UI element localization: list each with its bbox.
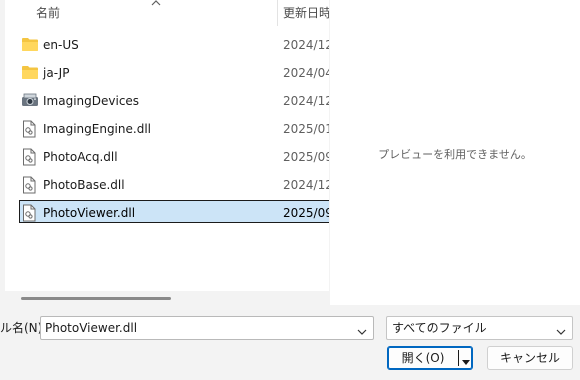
column-header: 名前 更新日時 <box>5 0 329 26</box>
file-row[interactable]: ImagingDevices 2024/12/ <box>5 87 329 115</box>
file-row-selected[interactable]: PhotoViewer.dll 2025/09/ <box>5 199 329 227</box>
file-row[interactable]: ImagingEngine.dll 2025/01/ <box>5 115 329 143</box>
file-name: PhotoAcq.dll <box>43 150 118 164</box>
file-name: ja-JP <box>43 66 70 80</box>
caret-down-icon[interactable] <box>462 355 470 365</box>
horizontal-scrollbar[interactable] <box>5 291 329 305</box>
file-name: en-US <box>43 38 79 52</box>
dll-file-icon <box>21 204 39 222</box>
file-name: ImagingDevices <box>43 94 140 108</box>
filetype-value: すべてのファイル <box>392 321 487 335</box>
file-name: PhotoBase.dll <box>43 178 125 192</box>
column-date-label: 更新日時 <box>283 6 329 20</box>
cancel-button[interactable]: キャンセル <box>487 346 573 370</box>
horizontal-scrollbar-thumb[interactable] <box>21 297 171 300</box>
sort-ascending-icon <box>150 0 162 8</box>
chevron-down-icon <box>556 324 566 335</box>
open-button-label: 開く(O) <box>401 351 445 365</box>
filetype-select[interactable]: すべてのファイル <box>386 316 573 340</box>
file-row[interactable]: ja-JP 2024/04/ <box>5 59 329 87</box>
dll-file-icon <box>21 176 39 194</box>
file-name: PhotoViewer.dll <box>43 206 136 220</box>
file-date: 2024/12/ <box>283 38 329 52</box>
filename-input[interactable] <box>45 319 345 337</box>
file-date: 2025/09/ <box>283 150 329 164</box>
column-header-name[interactable]: 名前 <box>5 0 277 26</box>
imaging-devices-icon <box>21 92 39 110</box>
dll-file-icon <box>21 148 39 166</box>
open-file-dialog: 名前 更新日時 en-US 2024/12/ja-JP 2024/04/Imagin… <box>0 0 580 380</box>
folder-icon <box>21 36 39 54</box>
preview-pane: プレビューを利用できません。 <box>330 0 580 305</box>
open-split-button[interactable]: 開く(O) <box>387 346 473 370</box>
file-date: 2024/04/ <box>283 66 329 80</box>
file-date: 2024/12/ <box>283 178 329 192</box>
column-name-label: 名前 <box>36 6 61 20</box>
chevron-down-icon[interactable] <box>357 324 367 335</box>
file-row[interactable]: PhotoBase.dll 2024/12/ <box>5 171 329 199</box>
folder-icon <box>21 64 39 82</box>
split-separator <box>458 350 459 366</box>
file-list-pane[interactable]: 名前 更新日時 en-US 2024/12/ja-JP 2024/04/Imagin… <box>5 0 329 305</box>
file-row[interactable]: en-US 2024/12/ <box>5 31 329 59</box>
file-date: 2024/12/ <box>283 94 329 108</box>
preview-unavailable-message: プレビューを利用できません。 <box>378 148 532 161</box>
file-date: 2025/09/ <box>283 206 329 220</box>
file-name: ImagingEngine.dll <box>43 122 151 136</box>
column-header-date[interactable]: 更新日時 <box>278 0 329 26</box>
dll-file-icon <box>21 120 39 138</box>
filename-combobox[interactable] <box>40 316 374 340</box>
file-row[interactable]: PhotoAcq.dll 2025/09/ <box>5 143 329 171</box>
file-rows: en-US 2024/12/ja-JP 2024/04/ImagingDevices… <box>5 31 329 227</box>
file-date: 2025/01/ <box>283 122 329 136</box>
cancel-button-label: キャンセル <box>499 351 560 365</box>
